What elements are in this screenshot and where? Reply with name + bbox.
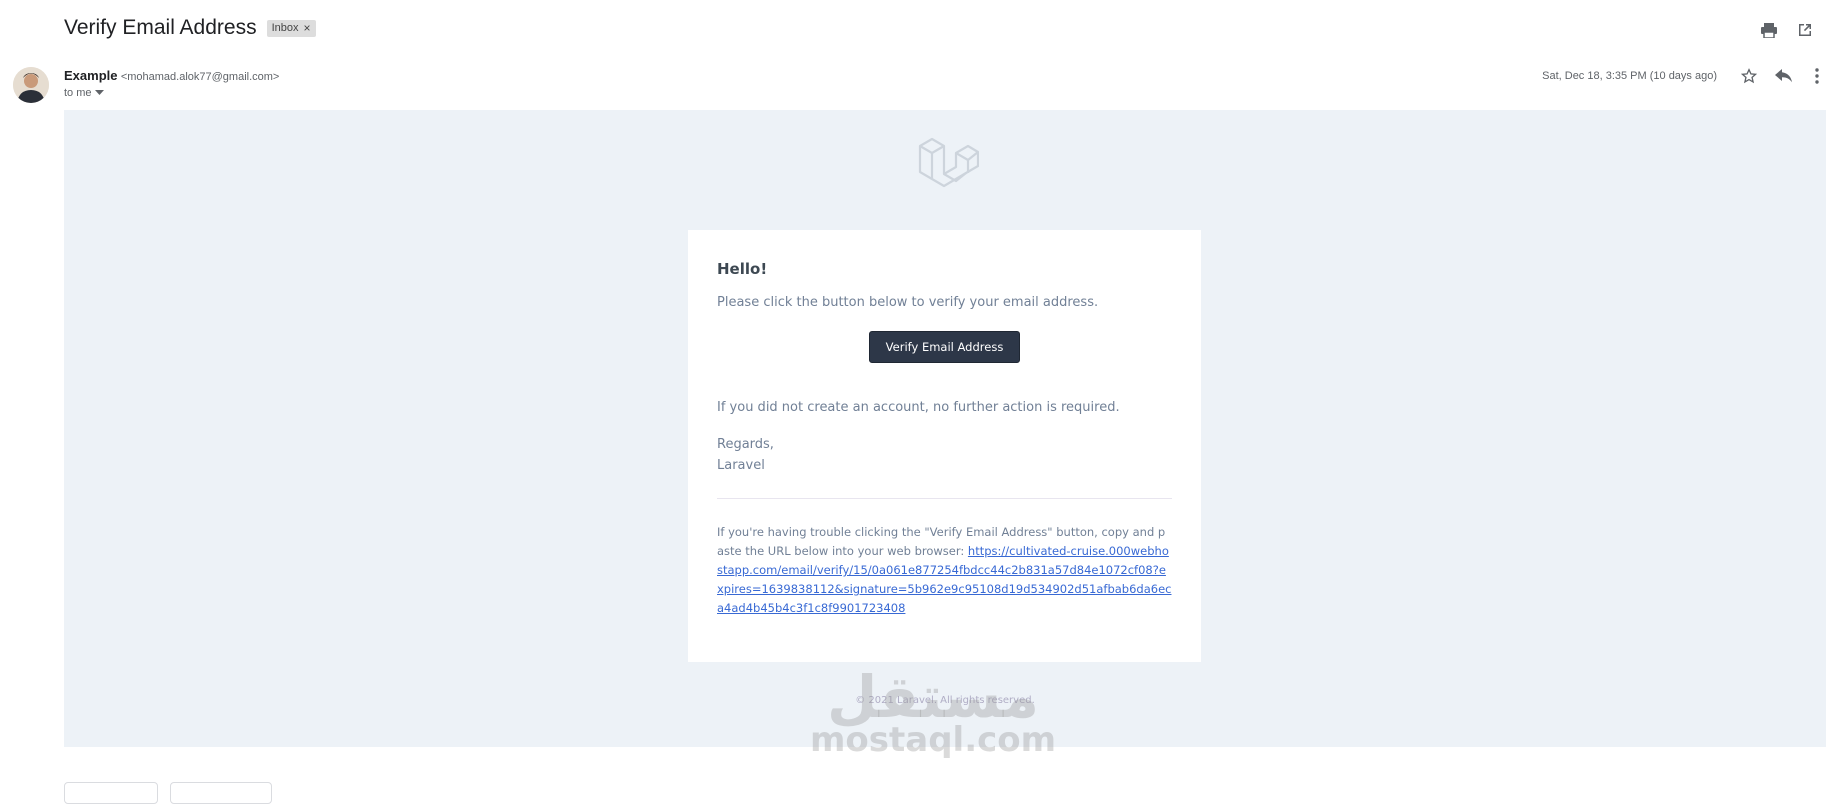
watermark-latin: mostaql.com: [810, 720, 1057, 760]
email-subject: Verify Email Address: [64, 16, 257, 39]
chevron-down-icon[interactable]: [94, 90, 104, 96]
bottom-actions: [64, 782, 272, 804]
email-greeting: Hello!: [717, 260, 768, 278]
watermark-arabic: مستقل: [826, 663, 1040, 731]
message-date: Sat, Dec 18, 3:35 PM (10 days ago): [1542, 70, 1717, 82]
subject-row: Verify Email Address Inbox ×: [64, 16, 316, 40]
remove-label-icon[interactable]: ×: [304, 21, 311, 35]
open-in-new-window-icon[interactable]: [1795, 20, 1815, 40]
recipient-text: to me: [64, 87, 92, 99]
email-body-background: Hello! Please click the button below to …: [64, 110, 1826, 747]
trouble-paragraph: If you're having trouble clicking the "V…: [717, 523, 1172, 618]
forward-button[interactable]: [170, 782, 272, 804]
inbox-label-chip[interactable]: Inbox ×: [266, 19, 316, 37]
sender-line: Example <mohamad.alok77@gmail.com>: [64, 68, 279, 83]
message-meta: Sat, Dec 18, 3:35 PM (10 days ago): [1542, 66, 1827, 86]
email-outro: If you did not create an account, no fur…: [717, 400, 1120, 415]
avatar[interactable]: [13, 67, 49, 103]
star-icon[interactable]: [1739, 66, 1759, 86]
divider: [717, 498, 1172, 499]
print-icon[interactable]: [1759, 20, 1779, 40]
watermark: مستقل mostaql.com: [810, 668, 1056, 760]
verify-email-button[interactable]: Verify Email Address: [868, 331, 1021, 363]
email-regards: Regards,: [717, 437, 774, 452]
more-vertical-icon[interactable]: [1807, 66, 1827, 86]
email-card: Hello! Please click the button below to …: [688, 230, 1201, 662]
reply-button[interactable]: [64, 782, 158, 804]
reply-icon[interactable]: [1773, 66, 1793, 86]
label-text: Inbox: [271, 22, 299, 34]
laravel-logo-icon: [917, 136, 980, 203]
email-signature: Laravel: [717, 458, 765, 473]
sender-name[interactable]: Example: [64, 68, 117, 83]
top-actions: [1759, 20, 1815, 40]
sender-email: <mohamad.alok77@gmail.com>: [120, 71, 280, 83]
recipient-details-toggle[interactable]: to me: [64, 87, 104, 99]
email-intro: Please click the button below to verify …: [717, 295, 1099, 310]
